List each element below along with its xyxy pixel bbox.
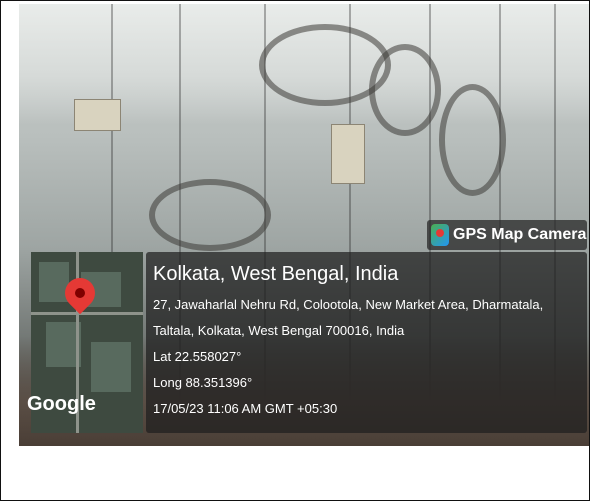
map-brand: Google [27,393,96,415]
latitude: Lat 22.558027° [153,349,242,364]
skeleton-exhibit [149,179,271,251]
map-block [91,342,131,392]
exhibit-sign [331,124,365,184]
gps-map-camera-badge: GPS Map Camera [427,220,587,250]
address-line-1: 27, Jawaharlal Nehru Rd, Colootola, New … [153,297,544,312]
place-title: Kolkata, West Bengal, India [153,263,399,285]
map-road [31,312,143,315]
timestamp: 17/05/23 11:06 AM GMT +05:30 [153,401,338,416]
gps-map-camera-icon [431,224,449,246]
skeleton-exhibit [439,84,506,196]
address-line-2: Taltala, Kolkata, West Bengal 700016, In… [153,323,405,338]
image-frame: GPS Map Camera Google Kolkata, West Beng… [0,0,590,501]
exhibit-sign [74,99,121,131]
skeleton-exhibit [369,44,441,136]
badge-label: GPS Map Camera [453,226,587,243]
longitude: Long 88.351396° [153,375,253,390]
